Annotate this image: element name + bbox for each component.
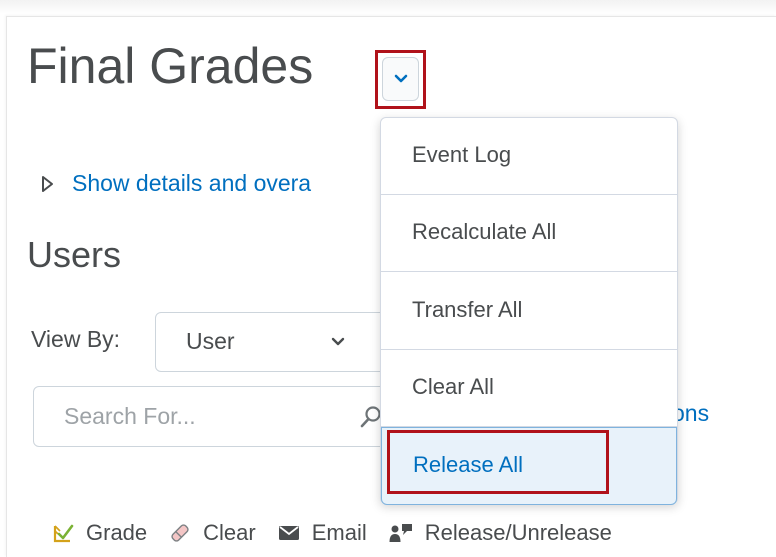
grade-button[interactable]: Grade (52, 520, 147, 546)
release-unrelease-label: Release/Unrelease (424, 520, 612, 545)
menu-item-recalculate-all[interactable]: Recalculate All (381, 195, 677, 272)
menu-item-label: Event Log (412, 142, 512, 167)
email-button[interactable]: Email (278, 520, 367, 546)
chevron-down-icon (394, 74, 407, 83)
menu-item-event-log[interactable]: Event Log (381, 118, 677, 195)
page: Final Grades Show details and overa User… (0, 0, 776, 557)
release-unrelease-button[interactable]: Release/Unrelease (389, 520, 612, 546)
page-title: Final Grades (27, 38, 314, 94)
email-label: Email (311, 520, 367, 545)
grade-icon (53, 524, 74, 543)
grade-toolbar: Grade Clear Email Release/Unrelease (52, 520, 634, 546)
menu-item-clear-all[interactable]: Clear All (381, 350, 677, 427)
menu-item-label: Transfer All (412, 297, 523, 322)
top-shadow (0, 0, 776, 14)
email-icon (278, 526, 299, 540)
final-grades-dropdown-menu: Event Log Recalculate All Transfer All C… (380, 117, 678, 505)
search-input[interactable]: Search For... (33, 386, 393, 447)
clear-button[interactable]: Clear (169, 520, 256, 546)
show-details-link[interactable]: Show details and overa (72, 170, 311, 197)
show-details-toggle[interactable]: Show details and overa (40, 170, 311, 197)
chevron-down-icon (331, 337, 345, 346)
menu-item-label: Recalculate All (412, 219, 557, 244)
eraser-icon (171, 524, 189, 542)
triangle-right-icon (42, 175, 53, 192)
menu-item-transfer-all[interactable]: Transfer All (381, 273, 677, 350)
release-icon (389, 524, 412, 542)
search-placeholder: Search For... (64, 403, 196, 429)
grade-label: Grade (86, 520, 148, 545)
menu-item-label: Release All (413, 452, 524, 477)
view-by-label: View By: (31, 326, 121, 352)
title-dropdown-button[interactable] (382, 57, 419, 101)
clear-label: Clear (203, 520, 256, 545)
view-by-value: User (186, 328, 235, 354)
menu-item-release-all[interactable]: Release All (381, 427, 677, 505)
view-by-select[interactable]: User (155, 312, 395, 372)
search-icon[interactable] (360, 405, 382, 429)
users-heading: Users (27, 234, 122, 275)
menu-item-label: Clear All (412, 374, 494, 399)
